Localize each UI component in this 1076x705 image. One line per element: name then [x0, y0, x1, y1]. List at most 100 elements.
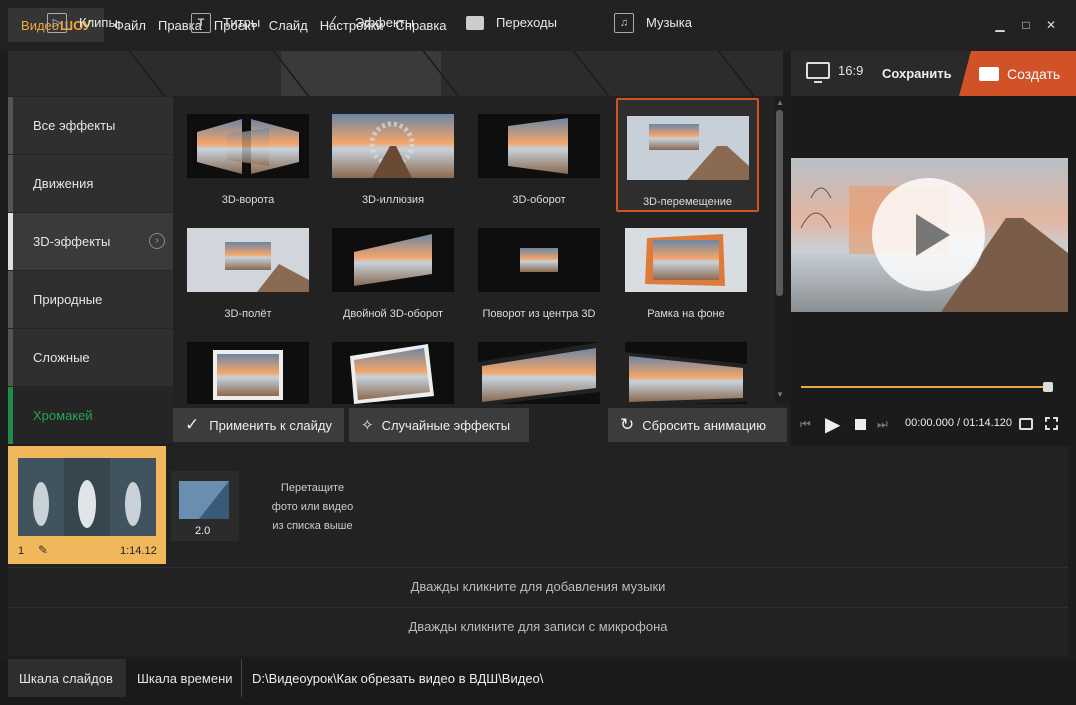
- menu-slide[interactable]: Слайд: [269, 18, 308, 33]
- tab-slide-scale[interactable]: Шкала слайдов: [8, 659, 126, 697]
- drop-hint-line: фото или видео: [271, 501, 354, 513]
- effect-double-3d-turn[interactable]: Двойной 3D-оборот: [323, 210, 463, 322]
- drop-hint-line: Перетащите: [280, 482, 345, 494]
- music-track[interactable]: Дважды кликните для добавления музыки: [8, 567, 1068, 605]
- effect-thumbnail: [332, 114, 454, 178]
- clapper-icon: [466, 15, 484, 30]
- effect-thumbnail-row3[interactable]: [616, 324, 756, 404]
- tab-titles[interactable]: T Титры: [191, 0, 260, 45]
- scroll-up-icon[interactable]: ▲: [776, 98, 784, 107]
- tab-effects[interactable]: ⁄ Эффекты: [323, 0, 414, 45]
- fullscreen-icon[interactable]: [1045, 417, 1058, 430]
- tab-titles-label: Титры: [223, 15, 261, 30]
- category-3d-effects[interactable]: 3D-эффекты ›: [8, 213, 173, 270]
- effect-thumbnail: [478, 342, 600, 404]
- save-button[interactable]: Сохранить: [882, 66, 952, 81]
- category-motion[interactable]: Движения: [8, 155, 173, 212]
- effect-thumbnail: [187, 114, 309, 178]
- time-display: 00:00.000 / 01:14.120: [905, 417, 1012, 429]
- play-button[interactable]: ▶: [825, 412, 840, 437]
- effect-3d-illusion[interactable]: 3D-иллюзия: [323, 96, 463, 208]
- effect-3d-turn[interactable]: 3D-оборот: [469, 96, 609, 208]
- snapshot-icon[interactable]: [1019, 418, 1033, 430]
- category-label: Сложные: [33, 350, 90, 365]
- transition-thumbnail: [179, 481, 229, 519]
- microphone-track[interactable]: Дважды кликните для записи с микрофона: [8, 607, 1068, 645]
- effect-frame-on-background[interactable]: Рамка на фоне: [616, 210, 756, 322]
- reset-animation-button[interactable]: ↻ Сбросить анимацию: [608, 408, 787, 442]
- random-effects-button[interactable]: ✧ Случайные эффекты: [349, 408, 529, 442]
- tab-clips-label: Клипы: [79, 15, 118, 30]
- effect-label: 3D-ворота: [221, 194, 275, 206]
- effect-thumbnail: [478, 114, 600, 178]
- drop-hint: Перетащите фото или видео из списка выше: [260, 479, 365, 536]
- effect-label: 3D-перемещение: [642, 196, 733, 208]
- tab-music-label: Музыка: [646, 15, 692, 30]
- tab-slide-scale-label: Шкала слайдов: [19, 670, 113, 686]
- tab-time-scale[interactable]: Шкала времени: [126, 659, 242, 697]
- apply-to-slide-button[interactable]: ✓ Применить к слайду: [173, 408, 344, 442]
- previous-frame-icon[interactable]: ⏮: [800, 417, 811, 432]
- reset-label: Сбросить анимацию: [642, 417, 766, 433]
- drop-hint-line: из списка выше: [272, 520, 353, 532]
- minimize-button[interactable]: ▁: [992, 17, 1008, 33]
- close-button[interactable]: ✕: [1043, 17, 1059, 33]
- play-icon: ▷: [47, 12, 67, 33]
- category-label: 3D-эффекты: [33, 234, 111, 249]
- tab-effects-label: Эффекты: [355, 15, 415, 30]
- effect-thumbnail: [187, 228, 309, 292]
- play-overlay-button[interactable]: [872, 178, 985, 291]
- playback-progress-slider[interactable]: [801, 386, 1053, 388]
- clip-thumbnail: [18, 458, 156, 536]
- category-complex[interactable]: Сложные: [8, 329, 173, 386]
- create-button[interactable]: Создать: [959, 51, 1076, 96]
- tab-transitions[interactable]: Переходы: [466, 0, 557, 45]
- effect-3d-flight[interactable]: 3D-полёт: [178, 210, 318, 322]
- category-label: Хромакей: [33, 408, 93, 423]
- playback-slider-handle[interactable]: [1043, 382, 1053, 392]
- next-frame-icon[interactable]: ⏭: [877, 417, 888, 432]
- effect-label: 3D-оборот: [512, 194, 566, 206]
- stop-button[interactable]: [855, 419, 866, 430]
- effect-center-rotate-3d[interactable]: Поворот из центра 3D: [469, 210, 609, 322]
- effect-3d-gates[interactable]: 3D-ворота: [178, 96, 318, 208]
- aspect-ratio-label: 16:9: [838, 63, 864, 78]
- tab-music[interactable]: ♫ Музыка: [614, 0, 692, 45]
- camera-icon: [979, 66, 999, 81]
- mic-hint: Дважды кликните для записи с микрофона: [408, 619, 668, 634]
- category-natural[interactable]: Природные: [8, 271, 173, 328]
- effect-thumbnail-row3[interactable]: [469, 324, 609, 404]
- menu-file[interactable]: Файл: [114, 18, 146, 33]
- effects-grid: 3D-ворота 3D-иллюзия 3D-оборот 3D-переме…: [173, 96, 783, 404]
- chevron-right-icon: ›: [149, 233, 165, 249]
- category-label: Природные: [33, 292, 103, 307]
- maximize-button[interactable]: □: [1018, 17, 1034, 33]
- effect-thumbnail: [332, 228, 454, 292]
- time-separator: /: [953, 417, 964, 429]
- category-all-effects[interactable]: Все эффекты: [8, 97, 173, 154]
- effect-thumbnail: [625, 228, 747, 292]
- pencil-icon[interactable]: ✎: [38, 543, 48, 557]
- play-icon: [916, 214, 950, 256]
- music-note-icon: ♫: [614, 12, 634, 33]
- time-current: 00:00.000: [905, 417, 954, 429]
- effects-scrollbar-thumb[interactable]: [776, 110, 783, 296]
- effect-label: Двойной 3D-оборот: [342, 308, 444, 320]
- tab-clips[interactable]: ▷ Клипы: [47, 0, 118, 45]
- effect-thumbnail-row3[interactable]: [178, 324, 318, 404]
- category-label: Все эффекты: [33, 118, 116, 133]
- effect-label: Поворот из центра 3D: [482, 308, 596, 320]
- monitor-icon: [806, 62, 830, 83]
- apply-label: Применить к слайду: [209, 417, 332, 433]
- scroll-down-icon[interactable]: ▼: [776, 390, 784, 399]
- effect-label: 3D-полёт: [224, 308, 272, 320]
- clip-duration: 1:14.12: [120, 545, 157, 557]
- time-total: 01:14.120: [963, 417, 1013, 429]
- aspect-ratio-selector[interactable]: 16:9: [806, 62, 864, 83]
- tab-time-scale-label: Шкала времени: [137, 670, 233, 686]
- category-chromakey[interactable]: Хромакей: [8, 387, 173, 444]
- category-label: Движения: [33, 176, 94, 191]
- random-label: Случайные эффекты: [381, 417, 511, 433]
- effect-thumbnail-row3[interactable]: [323, 324, 463, 404]
- effect-3d-move[interactable]: 3D-перемещение: [616, 98, 759, 212]
